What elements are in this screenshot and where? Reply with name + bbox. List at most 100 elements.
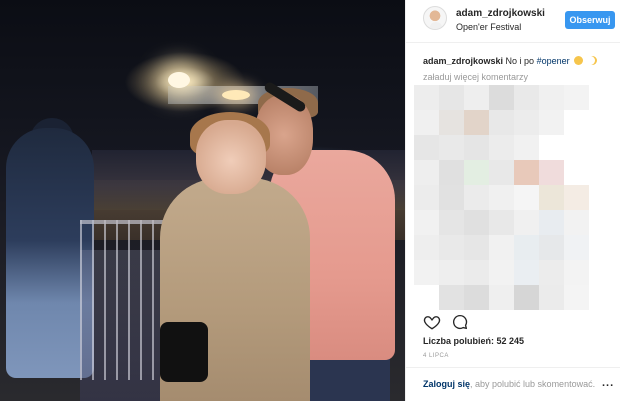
mosaic-tile (414, 285, 439, 310)
login-prompt-text: , aby polubić lub skomentować. (470, 379, 596, 389)
post-location[interactable]: Open'er Festival (456, 22, 521, 32)
mosaic-tile (589, 285, 614, 310)
mosaic-tile (489, 85, 514, 110)
mosaic-tile (589, 260, 614, 285)
mosaic-tile (514, 160, 539, 185)
login-prompt: Zaloguj się, aby polubić lub skomentować… (423, 379, 595, 389)
mosaic-tile (414, 160, 439, 185)
mosaic-tile (589, 135, 614, 160)
mosaic-tile (539, 210, 564, 235)
woman-head (196, 120, 266, 194)
likes-number[interactable]: 52 245 (497, 336, 525, 346)
mosaic-tile (539, 85, 564, 110)
mosaic-tile (489, 210, 514, 235)
mosaic-tile (464, 110, 489, 135)
post-caption: adam_zdrojkowski No i po #opener (423, 56, 619, 66)
mosaic-tile (539, 160, 564, 185)
mosaic-tile (414, 85, 439, 110)
mosaic-tile (564, 285, 589, 310)
mosaic-tile (464, 160, 489, 185)
mosaic-tile (464, 210, 489, 235)
mosaic-tile (414, 110, 439, 135)
mosaic-tile (464, 235, 489, 260)
mosaic-tile (414, 210, 439, 235)
mosaic-tile (564, 210, 589, 235)
likes-label: Liczba polubień: (423, 336, 494, 346)
mosaic-tile (439, 210, 464, 235)
mosaic-tile (439, 235, 464, 260)
post-header: adam_zdrojkowski Open'er Festival Obserw… (406, 0, 620, 43)
mosaic-tile (489, 235, 514, 260)
mosaic-tile (464, 260, 489, 285)
mosaic-tile (489, 135, 514, 160)
likes-count: Liczba polubień: 52 245 (423, 336, 524, 346)
mosaic-tile (589, 110, 614, 135)
heart-icon[interactable] (423, 313, 441, 331)
caption-text: No i po (505, 56, 535, 66)
mosaic-tile (539, 135, 564, 160)
post-username[interactable]: adam_zdrojkowski (456, 8, 545, 19)
mosaic-tile (489, 260, 514, 285)
mosaic-tile (489, 110, 514, 135)
login-link[interactable]: Zaloguj się (423, 379, 470, 389)
mosaic-tile (414, 235, 439, 260)
mosaic-tile (539, 235, 564, 260)
post-sidebar: adam_zdrojkowski Open'er Festival Obserw… (405, 0, 620, 401)
mosaic-tile (464, 185, 489, 210)
mosaic-tile (464, 135, 489, 160)
mosaic-tile (514, 260, 539, 285)
mosaic-tile (589, 235, 614, 260)
load-more-comments[interactable]: załaduj więcej komentarzy (423, 72, 528, 82)
mosaic-tile (514, 185, 539, 210)
mosaic-tile (539, 110, 564, 135)
mosaic-tile (464, 85, 489, 110)
handbag (160, 322, 208, 382)
mosaic-tile (414, 260, 439, 285)
mosaic-tile (439, 85, 464, 110)
crescent-moon-emoji (588, 56, 597, 65)
mosaic-tile (439, 110, 464, 135)
mosaic-tile (564, 160, 589, 185)
more-options-icon[interactable]: ... (602, 377, 614, 389)
stage-light (168, 72, 190, 88)
caption-username[interactable]: adam_zdrojkowski (423, 56, 503, 66)
mosaic-tile (489, 285, 514, 310)
mosaic-tile (414, 185, 439, 210)
mosaic-tile (514, 135, 539, 160)
mosaic-tile (489, 160, 514, 185)
avatar[interactable] (423, 6, 447, 30)
follow-button[interactable]: Obserwuj (565, 11, 615, 29)
mosaic-tile (414, 135, 439, 160)
mosaic-tile (439, 285, 464, 310)
comment-footer: Zaloguj się, aby polubić lub skomentować… (406, 367, 620, 401)
mosaic-tile (439, 185, 464, 210)
mosaic-tile (564, 185, 589, 210)
post-photo[interactable] (0, 0, 405, 401)
mosaic-tile (439, 135, 464, 160)
mosaic-tile (539, 285, 564, 310)
caption-hashtag[interactable]: #opener (537, 56, 570, 66)
mosaic-tile (489, 185, 514, 210)
mosaic-tile (464, 285, 489, 310)
mosaic-tile (564, 260, 589, 285)
mosaic-tile (514, 235, 539, 260)
mosaic-tile (564, 235, 589, 260)
frowning-face-emoji (574, 56, 584, 65)
mosaic-tile (514, 210, 539, 235)
mosaic-tile (589, 210, 614, 235)
mosaic-tile (539, 185, 564, 210)
mosaic-tile (539, 260, 564, 285)
stage-light-2 (222, 90, 250, 100)
mosaic-tile (514, 110, 539, 135)
mosaic-tile (589, 85, 614, 110)
blurred-comments-area (414, 85, 614, 310)
comment-icon[interactable] (451, 313, 469, 331)
mosaic-tile (589, 185, 614, 210)
mosaic-tile (564, 135, 589, 160)
mosaic-tile (514, 85, 539, 110)
mosaic-tile (439, 160, 464, 185)
mosaic-tile (589, 160, 614, 185)
mosaic-tile (439, 260, 464, 285)
mosaic-tile (514, 285, 539, 310)
post-date[interactable]: 4 LIPCA (423, 353, 449, 359)
